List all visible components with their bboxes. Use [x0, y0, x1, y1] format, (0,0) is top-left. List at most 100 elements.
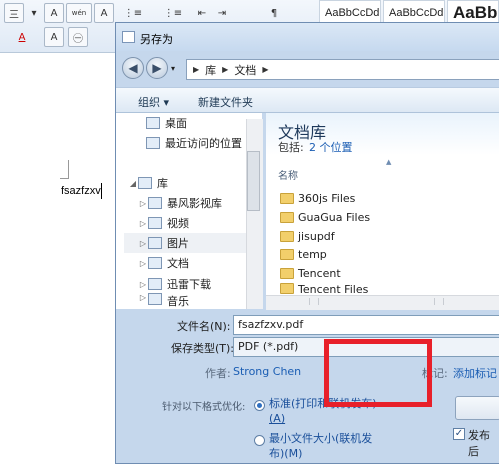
nav-item-label: 视频	[167, 217, 189, 230]
show-marks-button[interactable]: ¶	[264, 3, 284, 23]
optimize-standard-radio[interactable]	[254, 400, 265, 411]
char-shading-icon: A	[50, 7, 58, 19]
file-item[interactable]: temp	[280, 245, 327, 263]
nav-item-label: 最近访问的位置	[165, 137, 242, 150]
paragraph-marks-icon: ¶	[270, 7, 278, 19]
breadcrumb-separator-icon: ▶	[262, 65, 269, 74]
tags-value[interactable]: 添加标记	[453, 365, 497, 381]
recent-places-icon	[146, 137, 160, 149]
file-item-label: GuaGua Files	[298, 210, 371, 224]
library-locations-link[interactable]: 2 个位置	[309, 139, 353, 155]
pictures-icon	[148, 237, 162, 249]
library-icon	[138, 177, 152, 189]
file-item[interactable]: Tencent	[280, 264, 341, 282]
file-item[interactable]: 360js Files	[280, 189, 355, 207]
options-button[interactable]	[455, 396, 499, 420]
collapse-triangle-icon[interactable]: ◢	[128, 179, 138, 188]
char-shading-button[interactable]: A	[44, 3, 64, 23]
author-value[interactable]: Strong Chen	[233, 365, 301, 378]
expand-triangle-icon[interactable]: ▷	[138, 280, 148, 289]
bullets-icon: ⋮≡	[123, 7, 143, 19]
dialog-title: 另存为	[140, 33, 173, 46]
back-button[interactable]: ◀	[122, 57, 144, 79]
file-item-label: Tencent Files	[298, 283, 369, 295]
style-heading1-label: AaBb	[453, 3, 498, 22]
nav-scrollbar[interactable]	[246, 119, 263, 309]
enclose-char-button[interactable]: ㊀	[68, 27, 88, 47]
nav-item-label: 图片	[167, 237, 189, 250]
documents-icon	[148, 257, 162, 269]
nav-item-library[interactable]: ◢ 库	[128, 173, 258, 193]
history-dropdown-icon[interactable]: ▾	[171, 64, 175, 73]
organize-button[interactable]: 组织 ▾	[138, 94, 169, 110]
file-horizontal-scrollbar[interactable]	[266, 295, 499, 310]
shading-icon: A	[50, 31, 58, 43]
filename-input[interactable]: fsazfzxv.pdf	[233, 315, 499, 335]
increase-indent-button[interactable]: ⇥	[212, 3, 232, 23]
style-normal-label: AaBbCcDd	[325, 7, 380, 19]
open-after-publish-checkbox[interactable]: ✓	[453, 428, 465, 440]
dialog-toolbar: 组织 ▾ 新建文件夹	[116, 87, 499, 113]
column-header-name[interactable]: 名称	[278, 167, 298, 182]
video-library-icon	[148, 197, 162, 209]
optimize-minimum-label[interactable]: 最小文件大小(联机发 布)(M)	[269, 431, 372, 461]
file-item[interactable]: Tencent Files	[280, 283, 368, 295]
file-item-label: temp	[298, 247, 327, 261]
phonetic-guide-button[interactable]: wén	[66, 3, 92, 23]
new-folder-button[interactable]: 新建文件夹	[198, 94, 253, 110]
expand-triangle-icon[interactable]: ▷	[138, 293, 148, 302]
style-nospacing-label: AaBbCcDd	[389, 7, 444, 19]
nav-item-label: 暴风影视库	[167, 197, 222, 210]
back-arrow-icon: ◀	[128, 61, 138, 75]
breadcrumb-documents[interactable]: 文档	[234, 62, 256, 78]
nav-item-label: 库	[157, 177, 168, 190]
expand-triangle-icon[interactable]: ▷	[138, 239, 148, 248]
file-item[interactable]: jisupdf	[280, 227, 335, 245]
sort-arrow-icon: ▲	[386, 158, 392, 166]
decrease-indent-button[interactable]: ⇤	[192, 3, 212, 23]
font-color-icon: A	[18, 31, 26, 43]
file-item-label: Tencent	[298, 266, 341, 280]
phonetic-guide-icon: wén	[71, 9, 87, 17]
nav-scrollbar-thumb[interactable]	[247, 151, 260, 211]
font-color-button[interactable]: A	[10, 27, 34, 47]
nav-item-label: 迅雷下载	[167, 278, 211, 291]
folder-icon	[280, 283, 294, 294]
nav-item-pictures[interactable]: ▷ 图片	[124, 233, 246, 253]
dropdown-arrow-icon[interactable]: ▾	[26, 3, 42, 23]
expand-triangle-icon[interactable]: ▷	[138, 259, 148, 268]
nav-item-label: 桌面	[165, 117, 187, 130]
column-divider	[309, 298, 319, 305]
char-shading-button-2[interactable]: A	[44, 27, 64, 47]
file-item-label: 360js Files	[298, 191, 356, 205]
numbering-button[interactable]: ⋮≡	[160, 3, 186, 23]
nav-item-label: 文档	[167, 257, 189, 270]
red-highlight-box	[324, 339, 432, 407]
document-page[interactable]	[0, 53, 118, 464]
forward-arrow-icon: ▶	[152, 61, 162, 75]
video-icon	[148, 217, 162, 229]
expand-triangle-icon[interactable]: ▷	[138, 199, 148, 208]
char-border-icon: A	[100, 7, 108, 19]
align-justify-button[interactable]: 三	[4, 3, 24, 23]
open-after-publish-label[interactable]: 发布后	[468, 427, 499, 459]
filetype-label: 保存类型(T):	[171, 342, 235, 355]
address-bar[interactable]: ▶ 库 ▶ 文档 ▶	[186, 59, 499, 80]
breadcrumb-library[interactable]: 库	[205, 62, 216, 78]
char-border-button[interactable]: A	[94, 3, 114, 23]
enclose-char-icon: ㊀	[73, 33, 83, 45]
file-item[interactable]: GuaGua Files	[280, 208, 370, 226]
column-divider	[434, 298, 444, 305]
increase-indent-icon: ⇥	[217, 7, 227, 19]
folder-icon	[280, 267, 294, 279]
nav-item-label: 音乐	[167, 295, 189, 308]
dialog-titlebar[interactable]: 另存为	[116, 23, 499, 51]
forward-button[interactable]: ▶	[146, 57, 168, 79]
optimize-minimum-radio[interactable]	[254, 435, 265, 446]
folder-icon	[280, 211, 294, 223]
folder-icon	[280, 192, 294, 204]
document-text: fsazfzxv	[61, 185, 101, 197]
library-includes-label: 包括:	[278, 141, 304, 154]
bullets-button[interactable]: ⋮≡	[120, 3, 146, 23]
expand-triangle-icon[interactable]: ▷	[138, 219, 148, 228]
